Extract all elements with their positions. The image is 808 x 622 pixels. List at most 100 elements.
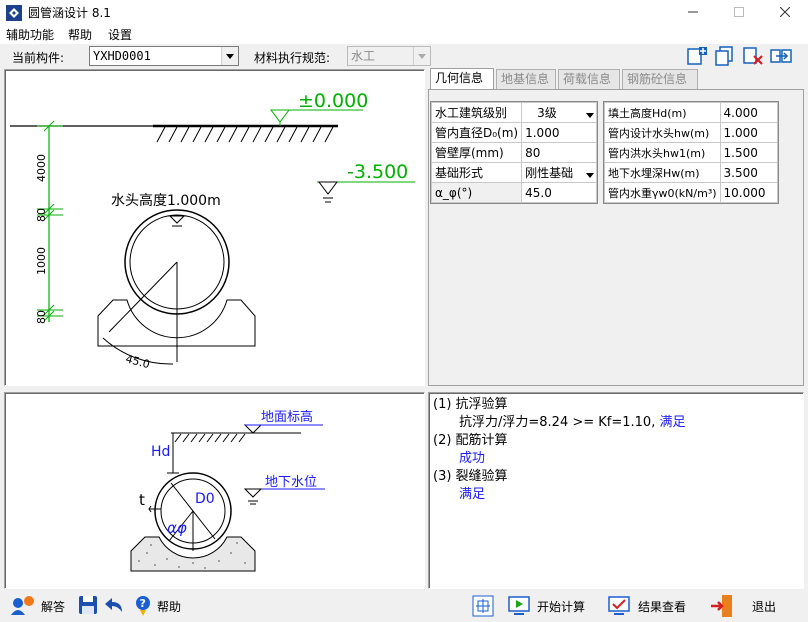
menu-help[interactable]: 帮助 xyxy=(68,26,92,43)
exit-button[interactable]: 退出 xyxy=(752,598,776,615)
tab-geometry[interactable]: 几何信息 xyxy=(430,68,494,90)
close-icon xyxy=(780,7,790,17)
copy-component-icon[interactable] xyxy=(714,46,736,66)
chevron-down-icon[interactable] xyxy=(221,47,238,65)
spec-value: 水工 xyxy=(351,49,376,63)
grid-value: 3级 xyxy=(537,106,557,120)
app-logo-icon xyxy=(6,5,22,21)
table-row: 管壁厚(mm) 80 xyxy=(430,142,597,163)
save-icon[interactable] xyxy=(78,595,98,615)
exit-icon[interactable] xyxy=(710,594,734,618)
help-button[interactable]: 帮助 xyxy=(157,598,181,615)
spec-label: 材料执行规范: xyxy=(254,51,331,65)
calculate-icon[interactable] xyxy=(508,595,530,617)
structure-icon[interactable] xyxy=(472,595,494,617)
design-head-input[interactable]: 1.000 xyxy=(719,122,779,143)
result-buoyancy-title: (1) 抗浮验算 xyxy=(433,397,508,412)
tab-reinforcement[interactable]: 钢筋砼信息 xyxy=(622,69,698,89)
grid-label: 填土高度Hd(m) xyxy=(604,102,721,123)
results-panel: (1) 抗浮验算 抗浮力/浮力=8.24 >= Kf=1.10, 满足 (2) … xyxy=(428,392,804,589)
result-buoyancy-line: 抗浮力/浮力=8.24 >= Kf=1.10, 满足 xyxy=(433,414,799,432)
menu-assist[interactable]: 辅助功能 xyxy=(6,26,54,43)
chevron-down-icon[interactable] xyxy=(586,107,594,121)
table-row: α_φ(°) 45.0 xyxy=(430,182,597,203)
grid-label: 管内直径D₀(m) xyxy=(430,122,523,143)
table-row: 管内洪水头hw1(m) 1.500 xyxy=(604,142,779,163)
result-crack-title: (3) 裂缝验算 xyxy=(433,469,508,484)
tab-load[interactable]: 荷载信息 xyxy=(558,69,620,89)
tab-foundation[interactable]: 地基信息 xyxy=(496,69,556,89)
help-icon[interactable]: ? xyxy=(134,595,152,617)
result-buoyancy-status: 满足 xyxy=(659,415,686,430)
delete-component-icon[interactable] xyxy=(742,46,764,66)
hd-label: Hd xyxy=(151,444,170,460)
alpha-label: αφ xyxy=(167,519,187,537)
dim-wall-top: 80 xyxy=(35,208,48,222)
drawing-panel: ±0.000 -3.500 4000 80 1000 80 水头高度1.000m xyxy=(4,69,425,386)
table-row: 水工建筑级别 3级 xyxy=(430,102,597,123)
export-component-icon[interactable] xyxy=(770,46,792,66)
minimize-button[interactable] xyxy=(670,0,716,24)
chevron-down-icon[interactable] xyxy=(586,167,594,181)
component-value: YXHD0001 xyxy=(93,49,151,63)
grid-value: 刚性基础 xyxy=(525,166,574,180)
head-height-label: 水头高度1.000m xyxy=(111,192,221,209)
grid-label: 管内洪水头hw1(m) xyxy=(604,142,721,163)
elevation-water-label: -3.500 xyxy=(347,161,408,183)
water-weight-input[interactable]: 10.000 xyxy=(719,182,779,203)
t-label: t xyxy=(139,491,145,509)
wall-thickness-input[interactable]: 80 xyxy=(521,142,597,163)
ground-elevation-label: 地面标高 xyxy=(261,409,313,425)
dim-diameter: 1000 xyxy=(35,247,48,275)
table-row: 基础形式 刚性基础 xyxy=(430,162,597,183)
table-row: 管内设计水头hw(m) 1.000 xyxy=(604,122,779,143)
angle-label: 45.0 xyxy=(124,352,151,371)
result-reinforce-status: 成功 xyxy=(459,451,486,466)
maximize-button[interactable] xyxy=(716,0,762,24)
table-row: 填土高度Hd(m) 4.000 xyxy=(604,102,779,123)
result-buoyancy-detail: 抗浮力/浮力=8.24 >= Kf=1.10, xyxy=(459,415,656,430)
spec-select[interactable]: 水工 xyxy=(347,46,431,66)
grid-label: 管内设计水头hw(m) xyxy=(604,122,721,143)
elevation-top-label: ±0.000 xyxy=(298,90,368,112)
section-drawing: ±0.000 -3.500 4000 80 1000 80 水头高度1.000m xyxy=(10,90,415,371)
close-button[interactable] xyxy=(762,0,808,24)
angle-input[interactable]: 45.0 xyxy=(521,182,597,203)
view-results-icon[interactable] xyxy=(608,595,630,617)
answer-icon[interactable] xyxy=(10,595,36,617)
geometry-grid-right: 填土高度Hd(m) 4.000 管内设计水头hw(m) 1.000 管内洪水头h… xyxy=(603,101,779,204)
component-label: 当前构件: xyxy=(12,51,65,65)
foundation-type-select[interactable]: 刚性基础 xyxy=(521,162,597,183)
component-select[interactable]: YXHD0001 xyxy=(89,46,239,66)
flood-head-input[interactable]: 1.500 xyxy=(719,142,779,163)
groundwater-label: 地下水位 xyxy=(265,475,317,490)
result-reinforce-title: (2) 配筋计算 xyxy=(433,433,508,448)
view-results-button[interactable]: 结果查看 xyxy=(638,598,686,615)
start-calculation-button[interactable]: 开始计算 xyxy=(537,598,585,615)
grid-label: 管壁厚(mm) xyxy=(430,142,523,163)
grid-label: 水工建筑级别 xyxy=(430,102,523,123)
grid-label: 地下水埋深Hw(m) xyxy=(604,162,721,183)
diameter-input[interactable]: 1.000 xyxy=(521,122,597,143)
window-title: 圆管涵设计 8.1 xyxy=(28,6,111,20)
maximize-icon xyxy=(734,7,744,17)
table-row: 管内水重γw0(kN/m³) 10.000 xyxy=(604,182,779,203)
table-row: 地下水埋深Hw(m) 3.500 xyxy=(604,162,779,183)
undo-icon[interactable] xyxy=(104,596,126,614)
dim-fill-height: 4000 xyxy=(35,154,48,182)
add-component-icon[interactable] xyxy=(686,46,708,66)
grid-label: 基础形式 xyxy=(430,162,523,183)
groundwater-depth-input[interactable]: 3.500 xyxy=(719,162,779,183)
chevron-down-icon[interactable] xyxy=(413,47,430,65)
grade-select[interactable]: 3级 xyxy=(521,102,597,123)
answer-button[interactable]: 解答 xyxy=(41,598,65,615)
fill-height-input[interactable]: 4.000 xyxy=(719,102,779,123)
table-row: 管内直径D₀(m) 1.000 xyxy=(430,122,597,143)
minimize-icon xyxy=(688,11,698,13)
d0-label: D0 xyxy=(195,491,215,507)
dim-wall-bottom: 80 xyxy=(35,310,48,324)
menu-settings[interactable]: 设置 xyxy=(108,26,132,43)
result-crack-status: 满足 xyxy=(459,487,486,502)
grid-label: 管内水重γw0(kN/m³) xyxy=(604,182,721,203)
schematic-drawing: 地面标高 Hd 地下水位 D0 t αφ xyxy=(130,409,325,572)
